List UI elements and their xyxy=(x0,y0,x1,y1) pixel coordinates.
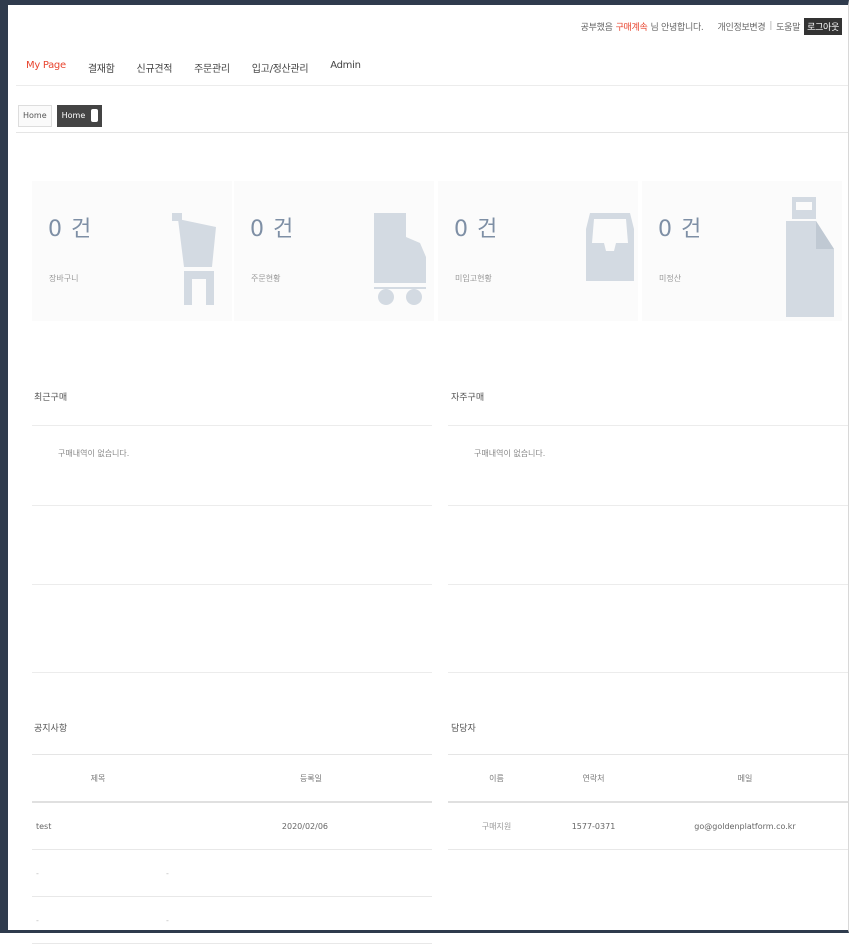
table-row: - - xyxy=(32,896,432,944)
app-window: 공부했음 구매계속 님 안녕합니다. 개인정보변경 | 도움말 로그아웃 My … xyxy=(0,0,849,944)
col-header-email: 메일 xyxy=(642,754,848,803)
recent-empty-message: 구매내역이 없습니다. xyxy=(58,449,130,458)
contact-row-phone: 1577-0371 xyxy=(545,802,642,850)
inbox-icon xyxy=(586,213,634,281)
stat-label: 주문현황 xyxy=(251,274,281,283)
col-header-name: 이름 xyxy=(448,754,545,803)
stat-label: 미정산 xyxy=(659,274,682,283)
nav-item-approval[interactable]: 결재함 xyxy=(88,60,115,75)
stat-card-orders[interactable]: 0 건 주문현황 xyxy=(234,181,434,321)
nav-item-orders[interactable]: 주문관리 xyxy=(194,60,230,75)
frequent-empty-message: 구매내역이 없습니다. xyxy=(474,449,546,458)
notice-row-date: - xyxy=(164,849,432,897)
contact-row-name: 구매지원 xyxy=(448,802,545,850)
divider xyxy=(448,425,848,426)
divider xyxy=(32,505,432,506)
stat-count: 0 건 xyxy=(658,217,703,242)
divider: | xyxy=(769,21,773,31)
table-row: 구매지원 1577-0371 go@goldenplatform.co.kr xyxy=(448,802,848,850)
notice-table: 제목 등록일 test 2020/02/06 - - - - xyxy=(32,754,432,944)
notice-row-title: - xyxy=(32,896,164,944)
logout-button[interactable]: 로그아웃 xyxy=(804,17,842,35)
close-icon[interactable] xyxy=(91,109,99,122)
col-header-date: 등록일 xyxy=(164,754,432,803)
cart-icon xyxy=(172,213,216,305)
stat-label: 장바구니 xyxy=(49,274,79,283)
notice-title: 공지사항 xyxy=(34,724,68,734)
divider xyxy=(32,672,432,673)
col-header-phone: 연락처 xyxy=(545,754,642,803)
table-row[interactable]: test 2020/02/06 xyxy=(32,802,432,850)
divider xyxy=(448,672,848,673)
help-link[interactable]: 도움말 xyxy=(776,20,800,33)
recent-purchase-title: 최근구매 xyxy=(34,393,68,403)
contact-row-email[interactable]: go@goldenplatform.co.kr xyxy=(642,802,848,850)
tab-divider xyxy=(16,132,848,133)
nav-item-mypage[interactable]: My Page xyxy=(26,60,66,75)
divider xyxy=(32,425,432,426)
main-nav: My Page 결재함 신규견적 주문관리 입고/정산관리 Admin xyxy=(26,60,383,75)
greeting-suffix: 님 안녕합니다. xyxy=(650,22,704,33)
stat-count: 0 건 xyxy=(48,217,93,242)
notice-row-title[interactable]: test xyxy=(32,802,164,850)
utility-bar: 공부했음 구매계속 님 안녕합니다. 개인정보변경 | 도움말 로그아웃 xyxy=(581,17,842,35)
nav-divider xyxy=(16,85,848,86)
col-header-title: 제목 xyxy=(32,754,164,803)
table-row: - - xyxy=(32,849,432,897)
stat-card-unsettled[interactable]: 0 건 미정산 xyxy=(642,181,842,321)
frequent-purchase-title: 자주구매 xyxy=(451,393,485,403)
stat-count: 0 건 xyxy=(454,217,499,242)
stat-card-cart[interactable]: 0 건 장바구니 xyxy=(32,181,232,321)
personal-info-link[interactable]: 개인정보변경 xyxy=(718,20,766,33)
user-name: 구매계속 xyxy=(615,22,648,33)
nav-item-new-quote[interactable]: 신규견적 xyxy=(137,60,173,75)
tab-label: Home xyxy=(61,111,86,120)
greeting-prefix: 공부했음 xyxy=(580,22,613,33)
tab-home-active[interactable]: Home xyxy=(56,105,103,127)
nav-item-receiving[interactable]: 입고/정산관리 xyxy=(252,60,309,75)
nav-item-admin[interactable]: Admin xyxy=(330,60,361,75)
divider xyxy=(448,584,848,585)
receipt-icon xyxy=(786,197,834,317)
tab-home[interactable]: Home xyxy=(18,105,52,127)
notice-row-title: - xyxy=(32,849,164,897)
contact-table: 이름 연락처 메일 구매지원 1577-0371 go@goldenplatfo… xyxy=(448,754,848,850)
truck-icon xyxy=(374,213,426,305)
stat-count: 0 건 xyxy=(250,217,295,242)
tab-bar: Home Home xyxy=(18,105,103,127)
divider xyxy=(448,505,848,506)
notice-row-date: - xyxy=(164,896,432,944)
stat-label: 미입고현황 xyxy=(455,274,492,283)
contact-title: 담당자 xyxy=(451,724,476,734)
divider xyxy=(32,584,432,585)
notice-row-date: 2020/02/06 xyxy=(164,802,432,850)
stat-card-unreceived[interactable]: 0 건 미입고현황 xyxy=(438,181,638,321)
